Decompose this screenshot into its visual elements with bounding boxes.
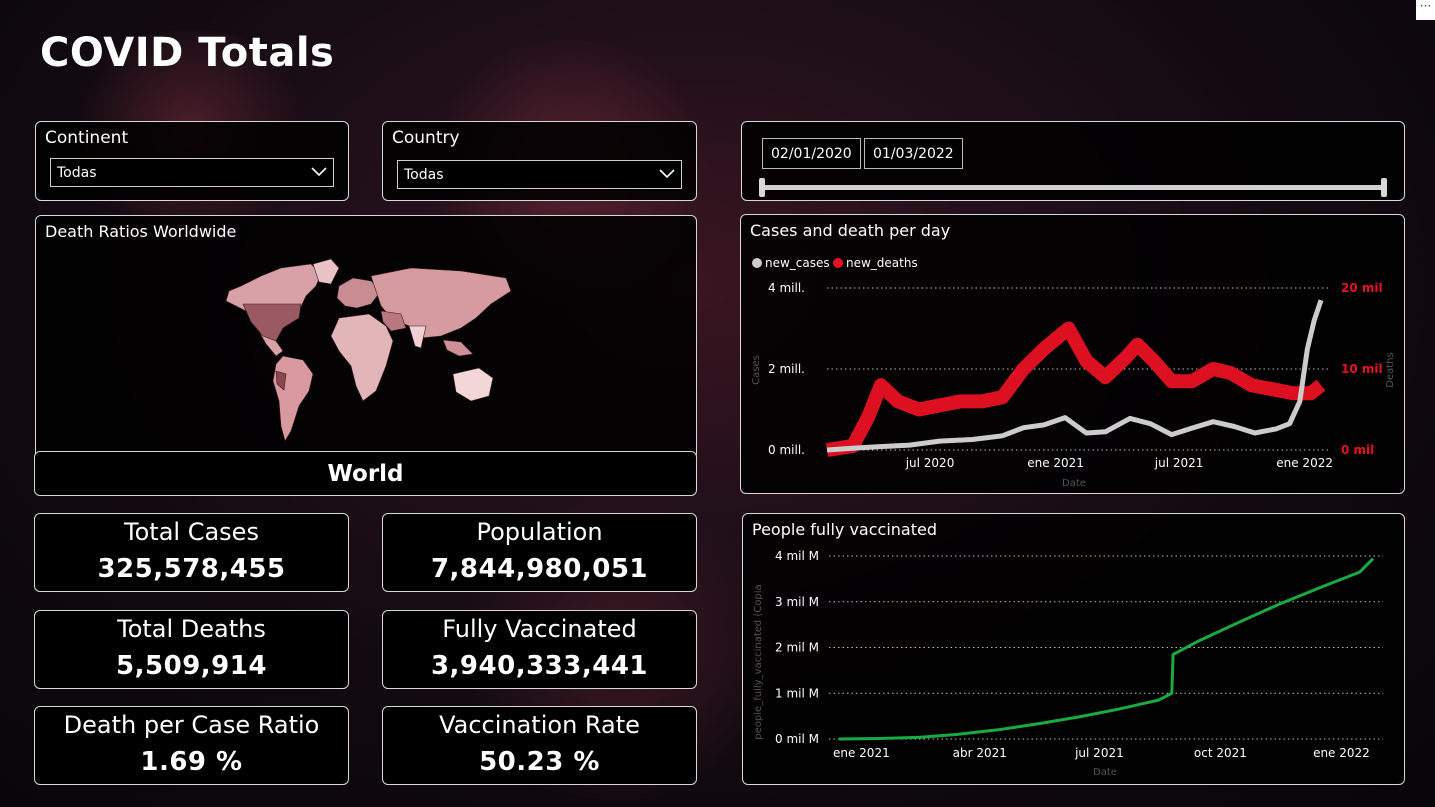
cases-deaths-chart[interactable]: new_cases new_deaths 0 mill. 0 mil 2 mill. 10… bbox=[741, 215, 1404, 493]
cases-deaths-chart-card: Cases and death per day new_cases new_dea… bbox=[740, 214, 1405, 494]
map-selection-label[interactable]: World bbox=[34, 451, 697, 496]
country-selected-value: Todas bbox=[404, 167, 444, 183]
map-region-usa[interactable] bbox=[242, 303, 302, 342]
kpi-population-label: Population bbox=[476, 518, 603, 546]
x-axis-title: Date bbox=[1062, 478, 1086, 489]
y2-tick-label: 0 mil bbox=[1341, 443, 1374, 457]
y2-axis-title: Deaths bbox=[1385, 352, 1396, 387]
kpi-total-deaths: Total Deaths 5,509,914 bbox=[34, 610, 349, 689]
chevron-down-icon bbox=[659, 169, 675, 179]
kpi-death-ratio-value: 1.69 % bbox=[140, 747, 243, 777]
x-tick-label: ene 2021 bbox=[833, 746, 890, 760]
vaccination-chart-card: People fully vaccinated 0 mil M1 mil M2 … bbox=[742, 513, 1405, 785]
x-tick-label: jul 2020 bbox=[905, 456, 955, 470]
x-tick-label: ene 2022 bbox=[1313, 746, 1370, 760]
y2-tick-label: 10 mil bbox=[1341, 362, 1383, 376]
map-region-africa[interactable] bbox=[330, 313, 394, 402]
end-date-input[interactable]: 01/03/2022 bbox=[864, 138, 963, 169]
date-range-slicer: 02/01/2020 01/03/2022 bbox=[741, 121, 1405, 201]
y-tick-label: 1 mil M bbox=[775, 686, 819, 700]
date-slider-end-handle[interactable] bbox=[1381, 178, 1387, 197]
continent-slicer: Continent Todas bbox=[35, 121, 349, 201]
kpi-fully-vaccinated: Fully Vaccinated 3,940,333,441 bbox=[382, 610, 697, 689]
country-label: Country bbox=[392, 128, 460, 148]
legend-new-cases-marker bbox=[752, 258, 762, 268]
date-slider-start-handle[interactable] bbox=[759, 178, 765, 197]
kpi-vaccination-rate-value: 50.23 % bbox=[479, 747, 600, 777]
world-map[interactable] bbox=[221, 256, 521, 446]
kpi-total-cases: Total Cases 325,578,455 bbox=[34, 513, 349, 592]
map-region-australia[interactable] bbox=[452, 367, 494, 402]
y-tick-label: 3 mil M bbox=[775, 595, 819, 609]
start-date-input[interactable]: 02/01/2020 bbox=[762, 138, 861, 169]
page-title: COVID Totals bbox=[40, 30, 335, 76]
kpi-vaccination-rate: Vaccination Rate 50.23 % bbox=[382, 706, 697, 785]
map-region-south-america[interactable] bbox=[272, 355, 314, 442]
legend-new-deaths-marker bbox=[833, 258, 843, 268]
country-slicer: Country Todas bbox=[382, 121, 697, 201]
kpi-population: Population 7,844,980,051 bbox=[382, 513, 697, 592]
legend-new-cases-label: new_cases bbox=[765, 256, 830, 270]
x-tick-label: abr 2021 bbox=[953, 746, 1007, 760]
x-axis-title: Date bbox=[1093, 767, 1117, 778]
kpi-vaccination-rate-label: Vaccination Rate bbox=[439, 711, 640, 739]
vaccination-chart[interactable]: 0 mil M 1 mil M 2 mil M 3 mil M 4 mil M peopl… bbox=[743, 514, 1404, 784]
y-axis-title: Cases bbox=[751, 355, 762, 385]
y-tick-label: 0 mill. bbox=[768, 443, 805, 457]
kpi-fully-vaccinated-value: 3,940,333,441 bbox=[430, 651, 649, 681]
x-tick-label: jul 2021 bbox=[1074, 746, 1124, 760]
y2-tick-label: 20 mil bbox=[1341, 281, 1383, 295]
date-slider-track[interactable] bbox=[762, 185, 1384, 190]
x-tick-label: oct 2021 bbox=[1194, 746, 1247, 760]
continent-selected-value: Todas bbox=[57, 165, 97, 181]
country-dropdown[interactable]: Todas bbox=[397, 160, 682, 189]
kpi-death-ratio-label: Death per Case Ratio bbox=[63, 711, 320, 739]
map-region-india[interactable] bbox=[408, 325, 427, 349]
series-people-fully-vaccinated-line bbox=[838, 557, 1375, 741]
more-options-icon[interactable]: ··· bbox=[1416, 0, 1435, 20]
x-tick-label: jul 2021 bbox=[1154, 456, 1204, 470]
kpi-death-ratio: Death per Case Ratio 1.69 % bbox=[34, 706, 349, 785]
legend-new-deaths-label: new_deaths bbox=[846, 256, 918, 270]
kpi-fully-vaccinated-label: Fully Vaccinated bbox=[442, 615, 637, 643]
kpi-total-deaths-label: Total Deaths bbox=[117, 615, 266, 643]
map-region-southeast-asia[interactable] bbox=[442, 339, 474, 357]
y-tick-label: 0 mil M bbox=[775, 732, 819, 746]
map-title: Death Ratios Worldwide bbox=[45, 222, 237, 241]
kpi-population-value: 7,844,980,051 bbox=[430, 554, 649, 584]
y-tick-label: 4 mill. bbox=[768, 281, 805, 295]
kpi-total-cases-value: 325,578,455 bbox=[97, 554, 286, 584]
kpi-total-cases-label: Total Cases bbox=[124, 518, 259, 546]
kpi-total-deaths-value: 5,509,914 bbox=[116, 651, 267, 681]
y-tick-label: 2 mil M bbox=[775, 641, 819, 655]
x-tick-label: ene 2022 bbox=[1276, 456, 1333, 470]
y-tick-label: 4 mil M bbox=[775, 549, 819, 563]
chevron-down-icon bbox=[311, 167, 327, 177]
continent-label: Continent bbox=[45, 128, 129, 148]
x-tick-label: ene 2021 bbox=[1027, 456, 1084, 470]
continent-dropdown[interactable]: Todas bbox=[50, 158, 334, 187]
y-axis-title: people_fully_vaccinated (Copia bbox=[753, 584, 764, 739]
y-tick-label: 2 mill. bbox=[768, 362, 805, 376]
death-ratio-map-card: Death Ratios Worldwide bbox=[35, 215, 697, 460]
